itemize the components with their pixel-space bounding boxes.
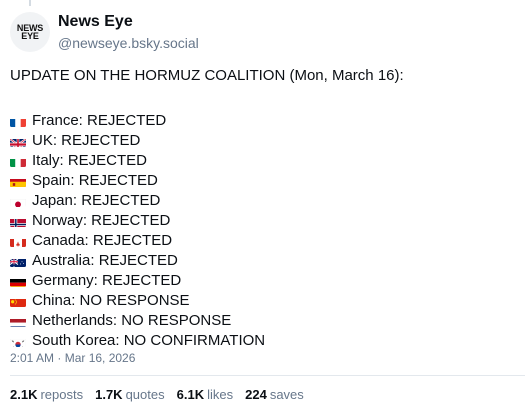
kr-flag-icon [10, 336, 26, 347]
country-status-item: Canada: REJECTED [10, 231, 520, 251]
ca-flag-icon [10, 236, 26, 247]
engagement-stats: 2.1K reposts 1.7K quotes 6.1K likes 224 save… [10, 387, 304, 402]
reposts-label: reposts [40, 387, 84, 402]
country-status-text: Australia: REJECTED [32, 252, 178, 269]
quotes-label: quotes [125, 387, 165, 402]
country-status-item: UK: REJECTED [10, 131, 520, 151]
saves-count: 224 [245, 387, 267, 402]
post-intro-line: UPDATE ON THE HORMUZ COALITION (Mon, Mar… [10, 67, 404, 84]
country-status-text: Japan: REJECTED [32, 192, 161, 209]
post-header: NEWS EYE News Eye @newseye.bsky.social [10, 12, 510, 54]
cn-flag-icon [10, 296, 26, 307]
country-status-text: Netherlands: NO RESPONSE [32, 312, 232, 329]
country-status-list: France: REJECTED UK: REJECTED Italy: REJEC… [10, 111, 520, 351]
post-timestamp[interactable]: 2:01 AM · Mar 16, 2026 [10, 351, 135, 365]
it-flag-icon [10, 156, 26, 167]
country-status-item: South Korea: NO CONFIRMATION [10, 331, 520, 351]
quotes-count: 1.7K [95, 387, 123, 402]
country-status-item: China: NO RESPONSE [10, 291, 520, 311]
country-status-text: Canada: REJECTED [32, 232, 173, 249]
gb-flag-icon [10, 136, 26, 147]
quotes-stat[interactable]: 1.7K quotes [95, 387, 165, 402]
country-status-item: Italy: REJECTED [10, 151, 520, 171]
jp-flag-icon [10, 196, 26, 207]
country-status-item: Germany: REJECTED [10, 271, 520, 291]
author-handle[interactable]: @newseye.bsky.social [58, 35, 199, 51]
avatar-logo-text-bottom: EYE [21, 31, 39, 41]
thread-connector-line [29, 0, 31, 6]
de-flag-icon [10, 276, 26, 287]
country-status-item: Spain: REJECTED [10, 171, 520, 191]
likes-label: likes [207, 387, 234, 402]
country-status-text: Italy: REJECTED [32, 152, 148, 169]
country-status-item: Norway: REJECTED [10, 211, 520, 231]
country-status-item: Netherlands: NO RESPONSE [10, 311, 520, 331]
nl-flag-icon [10, 316, 26, 327]
country-status-text: China: NO RESPONSE [32, 292, 190, 309]
reposts-count: 2.1K [10, 387, 38, 402]
likes-count: 6.1K [176, 387, 205, 402]
au-flag-icon [10, 256, 26, 267]
avatar[interactable]: NEWS EYE [10, 12, 50, 52]
country-status-text: Norway: REJECTED [32, 212, 171, 229]
likes-stat[interactable]: 6.1K likes [177, 387, 233, 402]
country-status-item: Australia: REJECTED [10, 251, 520, 271]
country-status-text: France: REJECTED [32, 112, 167, 129]
country-status-text: Germany: REJECTED [32, 272, 182, 289]
author-display-name[interactable]: News Eye [58, 13, 133, 31]
saves-stat[interactable]: 224 saves [245, 387, 304, 402]
no-flag-icon [10, 216, 26, 227]
country-status-item: Japan: REJECTED [10, 191, 520, 211]
divider [10, 375, 525, 376]
post-text: UPDATE ON THE HORMUZ COALITION (Mon, Mar… [10, 66, 520, 351]
reposts-stat[interactable]: 2.1K reposts [10, 387, 83, 402]
es-flag-icon [10, 176, 26, 187]
country-status-text: South Korea: NO CONFIRMATION [32, 332, 266, 349]
country-status-item: France: REJECTED [10, 111, 520, 131]
country-status-text: UK: REJECTED [32, 132, 141, 149]
fr-flag-icon [10, 116, 26, 127]
country-status-text: Spain: REJECTED [32, 172, 158, 189]
saves-label: saves [269, 387, 304, 402]
